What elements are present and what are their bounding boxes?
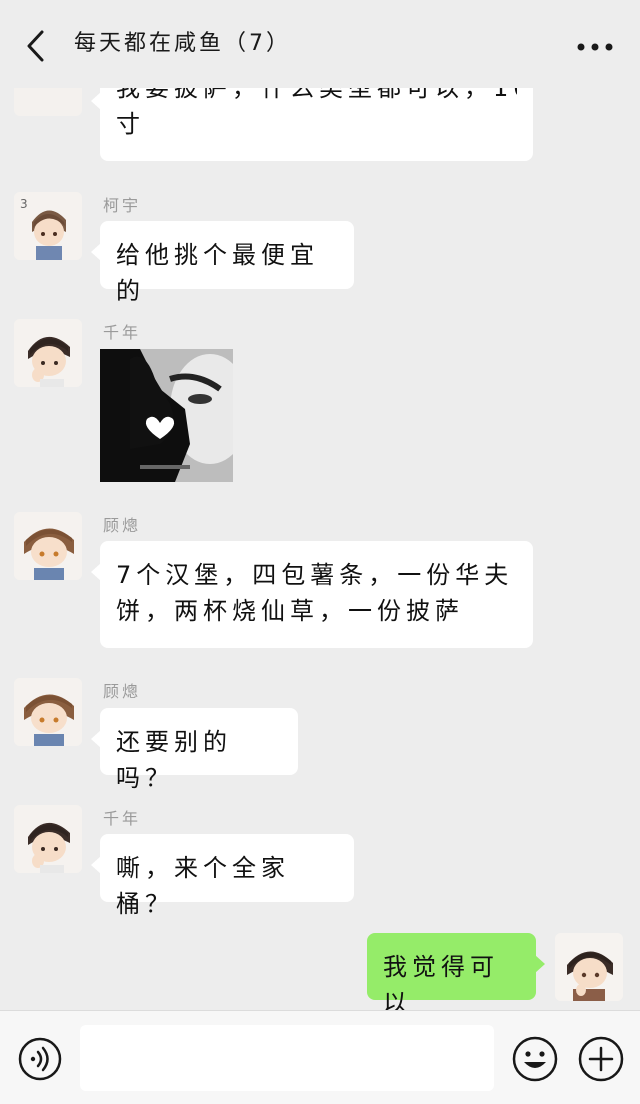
emoji-icon[interactable]: [512, 1036, 558, 1082]
message-bubble[interactable]: 还要别的吗？: [91, 708, 298, 792]
avatar-self[interactable]: [555, 933, 623, 1001]
message-text: 饼，两杯烧仙草，一份披萨: [116, 597, 464, 625]
message-text: 给他挑个最便宜的: [116, 241, 319, 305]
avatar[interactable]: [14, 88, 82, 116]
message-bubble[interactable]: 嘶，来个全家桶？: [91, 834, 354, 918]
avatar[interactable]: [14, 512, 82, 580]
avatar[interactable]: [14, 805, 82, 873]
message-input[interactable]: [80, 1025, 494, 1091]
plus-icon[interactable]: [578, 1036, 624, 1082]
message-bubble-self[interactable]: 我觉得可以: [367, 933, 545, 1010]
message-text: 我觉得可以: [383, 953, 499, 1010]
svg-text:3: 3: [20, 197, 28, 211]
message-bubble[interactable]: 我要披萨，什么类型都可以，10 寸: [91, 88, 533, 161]
sender-name: 千年: [103, 809, 142, 828]
message-text: 我要披萨，什么类型都可以，10: [116, 88, 517, 102]
message-text: 嘶，来个全家桶？: [116, 854, 290, 918]
message-text: 寸: [116, 110, 145, 138]
voice-icon[interactable]: [18, 1037, 62, 1081]
avatar[interactable]: [14, 678, 82, 746]
finger-heart-sticker[interactable]: [100, 349, 233, 482]
chevron-left-icon[interactable]: [22, 28, 52, 64]
input-toolbar: [0, 1010, 640, 1104]
sender-name: 千年: [103, 323, 142, 342]
sender-name: 顾熜: [103, 516, 142, 535]
message-bubble[interactable]: 7个汉堡，四包薯条，一份华夫 饼，两杯烧仙草，一份披萨: [91, 541, 533, 648]
message-list[interactable]: 我要披萨，什么类型都可以，10 寸 3 柯宇 给他挑个最便宜的 千年 顾熜 7个…: [0, 88, 640, 1010]
sender-name: 顾熜: [103, 682, 142, 701]
message-text: 还要别的吗？: [116, 728, 232, 792]
avatar[interactable]: 3: [14, 192, 82, 260]
message-bubble[interactable]: 给他挑个最便宜的: [91, 221, 354, 305]
chat-header: 每天都在咸鱼（7）: [0, 0, 640, 88]
sender-name: 柯宇: [103, 196, 142, 215]
message-text: 7个汉堡，四包薯条，一份华夫: [116, 561, 514, 589]
avatar[interactable]: [14, 319, 82, 387]
chat-title: 每天都在咸鱼（7）: [74, 31, 291, 56]
more-dots-icon[interactable]: [576, 42, 616, 52]
